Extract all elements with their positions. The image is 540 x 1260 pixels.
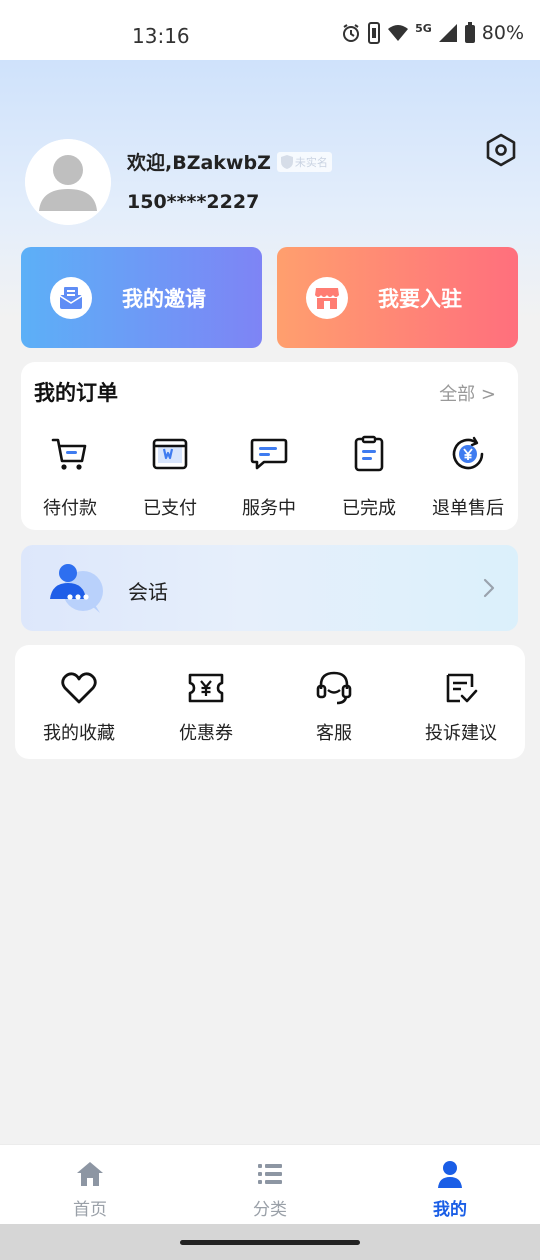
paid-wallet-icon (152, 438, 188, 470)
welcome-text: 欢迎,BZakwbZ (127, 152, 271, 174)
chat-session-label: 会话 (128, 580, 168, 604)
order-status-refund[interactable]: 退单售后 (419, 434, 517, 519)
service-label: 我的收藏 (43, 723, 115, 744)
alarm-icon (343, 24, 360, 42)
order-status-label: 已支付 (143, 498, 197, 519)
service-label: 客服 (316, 723, 352, 744)
cart-icon (51, 438, 87, 470)
status-time: 13:16 (132, 24, 190, 48)
service-coupons[interactable]: 优惠券 (142, 671, 270, 745)
order-status-label: 服务中 (242, 498, 296, 519)
vibrate-icon (368, 22, 381, 44)
verify-status-label: 未实名 (294, 155, 328, 169)
battery-percent: 80% (481, 22, 524, 44)
refund-yen-icon (452, 436, 484, 470)
feedback-icon (446, 673, 478, 703)
home-gesture-bar[interactable] (180, 1240, 360, 1245)
signal-icon (438, 24, 457, 42)
orders-view-all-link[interactable]: 全部 > (439, 380, 496, 406)
status-icons: 5G 80% (341, 22, 524, 44)
user-icon (438, 1161, 462, 1188)
tab-home[interactable]: 首页 (40, 1159, 140, 1220)
order-status-label: 退单售后 (432, 498, 504, 519)
verify-status-badge[interactable]: 未实名 (276, 151, 332, 172)
list-icon (258, 1164, 282, 1184)
status-bar: 13:16 5G 80% (0, 0, 540, 60)
services-card: 我的收藏 优惠券 客服 投诉建议 (15, 645, 525, 759)
shield-icon (280, 154, 293, 169)
tab-categories[interactable]: 分类 (220, 1159, 320, 1220)
order-status-completed[interactable]: 已完成 (320, 434, 418, 519)
order-status-label: 已完成 (342, 498, 396, 519)
settings-hex-icon[interactable] (484, 133, 518, 167)
service-complaints-suggestions[interactable]: 投诉建议 (397, 671, 525, 745)
order-status-label: 待付款 (43, 498, 97, 519)
join-merchant-label: 我要入驻 (378, 287, 462, 311)
system-gesture-area (0, 1224, 540, 1260)
tab-label: 首页 (73, 1200, 107, 1220)
service-customer-support[interactable]: 客服 (270, 671, 398, 745)
heart-icon (61, 672, 97, 704)
orders-card: 我的订单 全部 > 待付款 已支付 服务中 已完成 退单售后 (21, 362, 518, 530)
coupon-icon (188, 673, 224, 703)
order-status-in-service[interactable]: 服务中 (220, 434, 318, 519)
my-invite-label: 我的邀请 (122, 287, 206, 311)
join-merchant-button[interactable]: 我要入驻 (277, 247, 518, 348)
order-status-paid[interactable]: 已支付 (121, 434, 219, 519)
order-status-pending-payment[interactable]: 待付款 (21, 434, 119, 519)
bottom-tab-bar: 首页 分类 我的 (0, 1144, 540, 1224)
service-favorites[interactable]: 我的收藏 (15, 671, 143, 745)
welcome-text-row: 欢迎,BZakwbZ 未实名 (127, 148, 332, 175)
tab-label: 分类 (253, 1200, 287, 1220)
service-label: 投诉建议 (425, 723, 497, 744)
network-type: 5G (415, 21, 432, 35)
service-label: 优惠券 (179, 723, 233, 744)
tab-label: 我的 (433, 1200, 467, 1220)
store-icon (315, 288, 339, 309)
default-avatar-icon (25, 139, 111, 225)
chat-session-icon (50, 564, 103, 613)
orders-title: 我的订单 (34, 381, 118, 405)
home-icon (77, 1162, 103, 1186)
envelope-icon (59, 287, 83, 309)
join-icon-circle (306, 277, 348, 319)
headset-icon (316, 671, 352, 705)
avatar[interactable] (25, 139, 111, 225)
invite-icon-circle (50, 277, 92, 319)
tab-mine[interactable]: 我的 (400, 1159, 500, 1220)
my-invite-button[interactable]: 我的邀请 (21, 247, 262, 348)
clipboard-icon (354, 435, 384, 472)
chat-bubble-icon (250, 438, 288, 470)
chevron-right-icon (483, 578, 495, 598)
phone-number: 150****2227 (127, 191, 260, 213)
battery-icon (464, 22, 475, 43)
chat-session-entry[interactable]: 会话 (21, 545, 518, 631)
wifi-icon (388, 25, 409, 41)
